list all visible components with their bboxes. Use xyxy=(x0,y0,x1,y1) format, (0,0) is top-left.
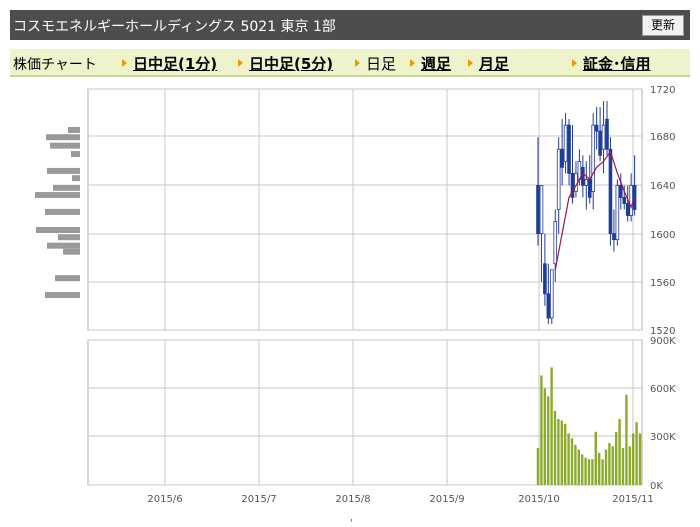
candle-body xyxy=(622,197,627,204)
candle-body xyxy=(550,269,554,319)
candle-body xyxy=(629,184,633,216)
volume-bar xyxy=(638,433,642,485)
volume-bar xyxy=(632,433,635,485)
volume-bar xyxy=(553,410,557,485)
volume-profile-bar xyxy=(72,175,80,182)
volume-bar xyxy=(547,396,550,485)
volume-bar xyxy=(587,459,591,485)
volume-profile-bar xyxy=(71,151,80,158)
volume-bar xyxy=(536,447,540,485)
volume-bar xyxy=(570,438,574,485)
candle-body xyxy=(625,203,630,216)
volume-bar xyxy=(591,459,594,485)
price-axis-tick: 1640 xyxy=(650,181,675,192)
volume-axis-tick: 900K xyxy=(650,336,676,347)
volume-profile-bar xyxy=(35,192,80,199)
candle-body xyxy=(584,178,589,186)
candle-body xyxy=(556,148,561,210)
volume-profile-bar xyxy=(46,134,80,141)
volume-bar xyxy=(598,452,601,485)
volume-axis-tick: 0K xyxy=(650,481,663,492)
price-axis-tick: 1720 xyxy=(650,85,675,96)
volume-bar xyxy=(608,443,611,485)
volume-bar xyxy=(601,459,604,485)
volume-bar xyxy=(540,375,543,485)
volume-bar xyxy=(584,457,587,485)
x-axis-tick: 2015/11 xyxy=(612,494,654,505)
candle-body xyxy=(619,184,623,198)
volume-bar xyxy=(611,446,614,485)
candle-body xyxy=(594,124,599,132)
volume-bar xyxy=(635,422,638,485)
volume-bar xyxy=(574,444,577,485)
x-axis-tick: 2015/10 xyxy=(518,494,560,505)
candle-body xyxy=(591,124,595,192)
volume-bar xyxy=(618,418,621,485)
volume-profile-bar xyxy=(53,184,80,191)
price-axis-tick: 1680 xyxy=(650,132,675,143)
candle-body xyxy=(612,233,616,241)
candle-body xyxy=(615,184,620,241)
price-axis-tick: 1600 xyxy=(650,230,675,241)
tick-mark: ' xyxy=(350,518,353,527)
volume-bar xyxy=(628,446,631,485)
candle-body xyxy=(567,124,571,174)
volume-profile-bar xyxy=(45,292,80,299)
volume-axis-tick: 300K xyxy=(650,432,676,443)
volume-axis-tick: 600K xyxy=(650,384,676,395)
candle-body xyxy=(574,172,578,192)
candle-body xyxy=(553,221,558,265)
volume-profile-bar xyxy=(47,167,80,174)
volume-profile-bar xyxy=(45,208,80,215)
price-chart: 172016801640160015601520900K600K300K0K20… xyxy=(35,85,676,527)
candle-body xyxy=(539,184,544,234)
candle-body xyxy=(560,148,564,168)
volume-bar xyxy=(557,418,560,485)
candle-body xyxy=(608,148,613,234)
candle-body xyxy=(546,293,551,319)
x-axis-tick: 2015/6 xyxy=(147,494,182,505)
candle-body xyxy=(587,178,592,198)
volume-profile-bar xyxy=(63,248,80,255)
volume-profile-bar xyxy=(55,275,80,282)
volume-bar xyxy=(594,431,597,485)
x-axis-tick: 2015/7 xyxy=(241,494,276,505)
candle-body xyxy=(598,130,602,156)
price-axis-tick: 1560 xyxy=(650,278,675,289)
volume-bar xyxy=(567,433,570,485)
volume-bar xyxy=(543,388,546,485)
volume-bar xyxy=(604,449,608,485)
volume-bar xyxy=(564,423,567,485)
volume-bar xyxy=(577,449,580,485)
candle-body xyxy=(581,166,585,186)
candle-body xyxy=(543,263,547,295)
x-axis-tick: 2015/9 xyxy=(429,494,464,505)
candle-body xyxy=(536,184,540,234)
candle-body xyxy=(605,118,609,150)
volume-profile-bar xyxy=(58,234,80,241)
volume-bar xyxy=(581,454,584,485)
volume-profile-bar xyxy=(47,242,80,249)
candle-body xyxy=(563,124,568,162)
volume-bar xyxy=(615,431,618,485)
volume-bar xyxy=(625,394,628,485)
volume-profile-bar xyxy=(36,226,80,233)
x-axis-tick: 2015/8 xyxy=(335,494,370,505)
volume-profile-bar xyxy=(50,142,80,149)
volume-bar xyxy=(560,420,563,485)
candle-body xyxy=(601,124,606,150)
volume-bar xyxy=(621,447,625,485)
volume-bar xyxy=(550,367,553,485)
volume-profile-bar xyxy=(68,126,80,133)
